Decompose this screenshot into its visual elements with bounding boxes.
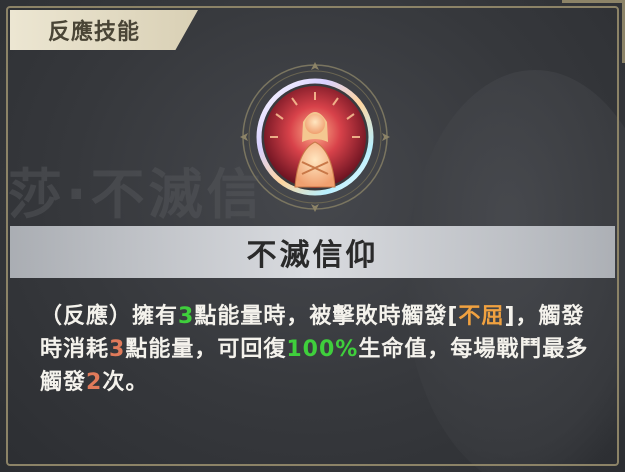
description-segment: 不 bbox=[458, 304, 482, 329]
description-segment: 屈 bbox=[481, 304, 505, 329]
description-segment: [ bbox=[447, 304, 459, 329]
description-segment: （反應）擁有 bbox=[40, 304, 179, 329]
skill-name-band: 不滅信仰 bbox=[10, 226, 615, 278]
skill-panel: 莎·不滅信 反應技能 不滅信仰 （反應）擁有3點能量時，被擊敗時觸發[不屈]，觸… bbox=[0, 0, 625, 472]
skill-name: 不滅信仰 bbox=[246, 238, 379, 273]
description-segment: 3 bbox=[109, 337, 126, 362]
skill-category-label: 反應技能 bbox=[48, 20, 141, 45]
skill-description: （反應）擁有3點能量時，被擊敗時觸發[不屈]，觸發時消耗3點能量，可回復100%… bbox=[40, 300, 600, 399]
description-segment: 3 bbox=[178, 304, 195, 329]
martyr-figure-icon bbox=[240, 62, 390, 212]
description-segment: 2 bbox=[86, 370, 103, 395]
skill-category-tag: 反應技能 bbox=[10, 10, 198, 50]
corner-ornament bbox=[562, 0, 625, 63]
skill-icon-medallion bbox=[240, 62, 390, 212]
description-segment: 點能量時，被擊敗時觸發 bbox=[194, 304, 448, 329]
description-segment: 次。 bbox=[102, 370, 149, 395]
description-segment: 100% bbox=[286, 337, 359, 362]
description-segment: 點能量，可回復 bbox=[125, 337, 287, 362]
